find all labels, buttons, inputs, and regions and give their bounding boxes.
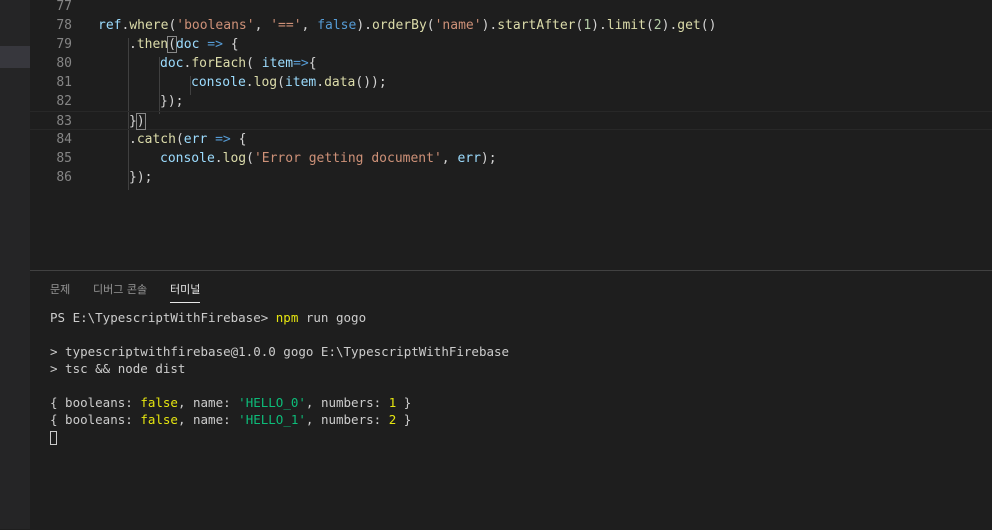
line-number: 85 xyxy=(56,151,72,166)
code-editor[interactable]: 77 78 ref.where('booleans', '==', false)… xyxy=(30,0,992,270)
activity-bar-selected-item[interactable] xyxy=(0,46,30,68)
terminal-line: > tsc && node dist xyxy=(50,361,186,376)
code-line: 78 ref.where('booleans', '==', false).or… xyxy=(30,16,992,35)
code-line: 84 .catch(err => { xyxy=(30,130,992,149)
terminal-command-line: PS E:\TypescriptWithFirebase> npm run go… xyxy=(50,310,367,325)
line-number: 82 xyxy=(56,94,72,109)
code-line-current: 83 }) xyxy=(30,111,992,130)
terminal-output[interactable]: PS E:\TypescriptWithFirebase> npm run go… xyxy=(50,309,509,445)
terminal-line: > typescriptwithfirebase@1.0.0 gogo E:\T… xyxy=(50,344,510,359)
code-text: }); xyxy=(160,94,184,109)
bottom-panel: 문제 디버그 콘솔 터미널 PS E:\TypescriptWithFireba… xyxy=(30,270,992,530)
line-number: 77 xyxy=(56,0,72,14)
code-line: 81 console.log(item.data()); xyxy=(30,73,992,92)
code-text: .then(doc => { xyxy=(129,36,239,53)
activity-bar xyxy=(0,0,30,529)
line-number: 83 xyxy=(56,114,72,129)
terminal-cursor xyxy=(50,430,57,445)
line-number: 81 xyxy=(56,75,72,90)
terminal-line: { booleans: false, name: 'HELLO_1', numb… xyxy=(50,412,412,427)
line-number: 78 xyxy=(56,18,72,33)
code-line: 77 xyxy=(30,0,992,16)
tab-debug-console[interactable]: 디버그 콘솔 xyxy=(93,281,147,299)
code-text: .catch(err => { xyxy=(129,132,247,147)
code-text: console.log(item.data()); xyxy=(191,75,387,90)
code-text: ref.where('booleans', '==', false).order… xyxy=(98,18,717,33)
code-text: doc.forEach( item=>{ xyxy=(160,56,317,71)
code-line: 79 .then(doc => { xyxy=(30,35,992,54)
tab-terminal[interactable]: 터미널 xyxy=(170,281,201,303)
line-number: 84 xyxy=(56,132,72,147)
code-line: 80 doc.forEach( item=>{ xyxy=(30,54,992,73)
code-text: }); xyxy=(129,170,153,185)
tab-problems[interactable]: 문제 xyxy=(50,281,70,299)
line-number: 79 xyxy=(56,37,72,52)
code-line: 85 console.log('Error getting document',… xyxy=(30,149,992,168)
line-number: 80 xyxy=(56,56,72,71)
code-line: 82 }); xyxy=(30,92,992,111)
code-text: }) xyxy=(129,113,146,130)
code-line: 86 }); xyxy=(30,168,992,187)
terminal-line: { booleans: false, name: 'HELLO_0', numb… xyxy=(50,395,412,410)
code-text: console.log('Error getting document', er… xyxy=(160,151,497,166)
line-number: 86 xyxy=(56,170,72,185)
